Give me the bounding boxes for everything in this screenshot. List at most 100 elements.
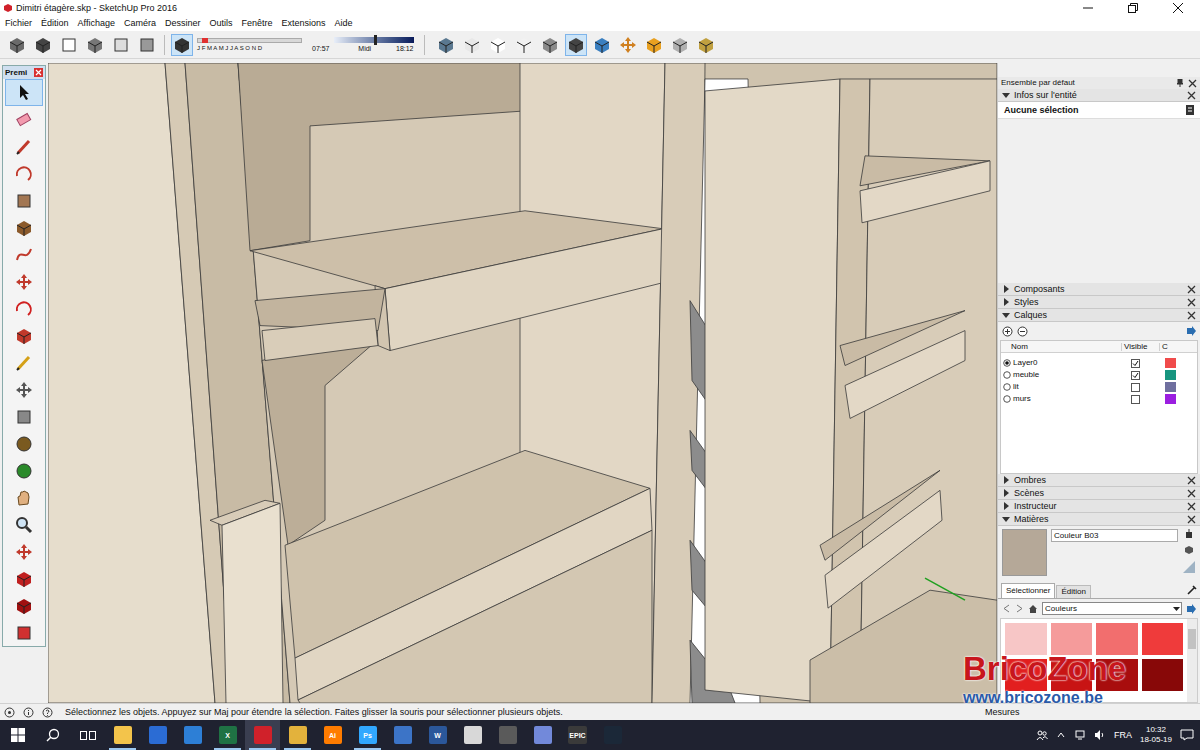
menu-item[interactable]: Extensions	[282, 19, 326, 28]
visible-checkbox[interactable]	[1131, 395, 1140, 404]
tool-button[interactable]	[5, 241, 43, 268]
scrollbar[interactable]	[1187, 619, 1197, 702]
toolbar-button[interactable]	[136, 34, 158, 56]
tool-button[interactable]	[5, 295, 43, 322]
duplicate-icon[interactable]	[1184, 545, 1194, 555]
taskbar-button[interactable]: EPIC	[560, 720, 595, 750]
palette-title-bar[interactable]: Premi	[3, 66, 45, 79]
viewport[interactable]	[48, 63, 997, 703]
panel-section-header[interactable]: Matières	[998, 513, 1200, 526]
layer-color[interactable]	[1165, 358, 1176, 368]
panel-section-header[interactable]: Infos sur l'entité	[998, 89, 1200, 102]
active-layer-radio[interactable]	[1003, 371, 1011, 379]
taskbar-button[interactable]	[455, 720, 490, 750]
details-icon[interactable]	[1186, 105, 1194, 115]
remove-layer-icon[interactable]	[1017, 326, 1028, 337]
active-layer-radio[interactable]	[1003, 383, 1011, 391]
taskbar-button[interactable]: W	[420, 720, 455, 750]
close-icon[interactable]	[1187, 476, 1196, 485]
tool-button[interactable]	[5, 484, 43, 511]
close-icon[interactable]	[1187, 298, 1196, 307]
taskbar-button[interactable]	[105, 720, 140, 750]
minimize-button[interactable]	[1065, 0, 1110, 16]
toolbar-button[interactable]	[695, 34, 717, 56]
close-icon[interactable]	[1187, 285, 1196, 294]
tool-button[interactable]	[5, 430, 43, 457]
taskbar-button[interactable]	[490, 720, 525, 750]
eyedropper-icon[interactable]	[1187, 585, 1197, 595]
panel-section-header[interactable]: Composants	[998, 283, 1200, 296]
month-slider[interactable]: J F M A M J J A S O N D	[197, 38, 302, 51]
time-marker[interactable]	[374, 35, 377, 45]
back-icon[interactable]	[1002, 604, 1011, 613]
toolbar-button[interactable]	[643, 34, 665, 56]
toolbar-button[interactable]	[539, 34, 561, 56]
material-name-field[interactable]: Couleur B03	[1051, 529, 1178, 542]
menu-item[interactable]: Fenêtre	[241, 19, 272, 28]
tool-button[interactable]	[5, 322, 43, 349]
layer-color[interactable]	[1165, 382, 1176, 392]
close-icon[interactable]	[1187, 489, 1196, 498]
layer-row[interactable]: murs	[1001, 393, 1197, 405]
color-swatch[interactable]	[1051, 623, 1093, 655]
forward-icon[interactable]	[1015, 604, 1024, 613]
tool-button[interactable]	[5, 187, 43, 214]
details-icon[interactable]	[1186, 604, 1196, 614]
create-material-icon[interactable]	[1184, 529, 1194, 539]
close-icon[interactable]	[1187, 91, 1196, 100]
taskbar-button[interactable]: X	[210, 720, 245, 750]
tool-button[interactable]	[5, 457, 43, 484]
taskbar-button[interactable]	[525, 720, 560, 750]
visible-checkbox[interactable]	[1131, 359, 1140, 368]
add-layer-icon[interactable]	[1002, 326, 1013, 337]
shadow-toggle[interactable]	[171, 34, 193, 56]
toolbar-button[interactable]	[487, 34, 509, 56]
tool-button[interactable]	[5, 538, 43, 565]
library-select[interactable]: Couleurs	[1042, 602, 1182, 615]
color-swatch[interactable]	[1142, 623, 1184, 655]
tool-button[interactable]	[5, 349, 43, 376]
column-header[interactable]: Nom	[1001, 343, 1121, 351]
tool-button[interactable]	[5, 133, 43, 160]
taskbar-button[interactable]: Ai	[315, 720, 350, 750]
layer-color[interactable]	[1165, 394, 1176, 404]
layer-row[interactable]: lit	[1001, 381, 1197, 393]
toolbar-button[interactable]	[435, 34, 457, 56]
visible-checkbox[interactable]	[1131, 383, 1140, 392]
tool-button[interactable]	[5, 160, 43, 187]
tab[interactable]: Sélectionner	[1001, 583, 1055, 598]
tool-button[interactable]	[5, 214, 43, 241]
toolbar-button[interactable]	[32, 34, 54, 56]
tool-button[interactable]	[5, 403, 43, 430]
credits-icon[interactable]	[23, 707, 34, 718]
toolbar-button[interactable]	[84, 34, 106, 56]
default-material-icon[interactable]	[1183, 561, 1195, 573]
menu-item[interactable]: Dessiner	[165, 19, 201, 28]
panel-section-header[interactable]: Scènes	[998, 487, 1200, 500]
toolbar-button[interactable]	[591, 34, 613, 56]
geolocation-icon[interactable]	[4, 707, 15, 718]
column-header[interactable]: C	[1159, 343, 1197, 351]
toolbar-button[interactable]	[110, 34, 132, 56]
language-indicator[interactable]: FRA	[1114, 731, 1132, 740]
tool-button[interactable]	[5, 106, 43, 133]
menu-item[interactable]: Fichier	[5, 19, 32, 28]
toolbar-button[interactable]	[461, 34, 483, 56]
taskbar-button[interactable]	[245, 720, 280, 750]
help-icon[interactable]	[42, 707, 53, 718]
panel-section-header[interactable]: Styles	[998, 296, 1200, 309]
close-icon[interactable]	[1187, 311, 1196, 320]
close-icon[interactable]	[1187, 502, 1196, 511]
tab[interactable]: Édition	[1056, 585, 1090, 598]
menu-item[interactable]: Aide	[335, 19, 353, 28]
color-swatch[interactable]	[1142, 659, 1184, 691]
tray-chevron-icon[interactable]	[1056, 730, 1066, 740]
taskbar-button[interactable]	[70, 720, 105, 750]
details-icon[interactable]	[1186, 326, 1196, 336]
toolbar-button[interactable]	[565, 34, 587, 56]
toolbar-button[interactable]	[617, 34, 639, 56]
notifications-icon[interactable]	[1180, 729, 1194, 741]
close-icon[interactable]	[1188, 79, 1197, 88]
tool-button[interactable]	[5, 79, 43, 106]
menu-item[interactable]: Affichage	[78, 19, 115, 28]
